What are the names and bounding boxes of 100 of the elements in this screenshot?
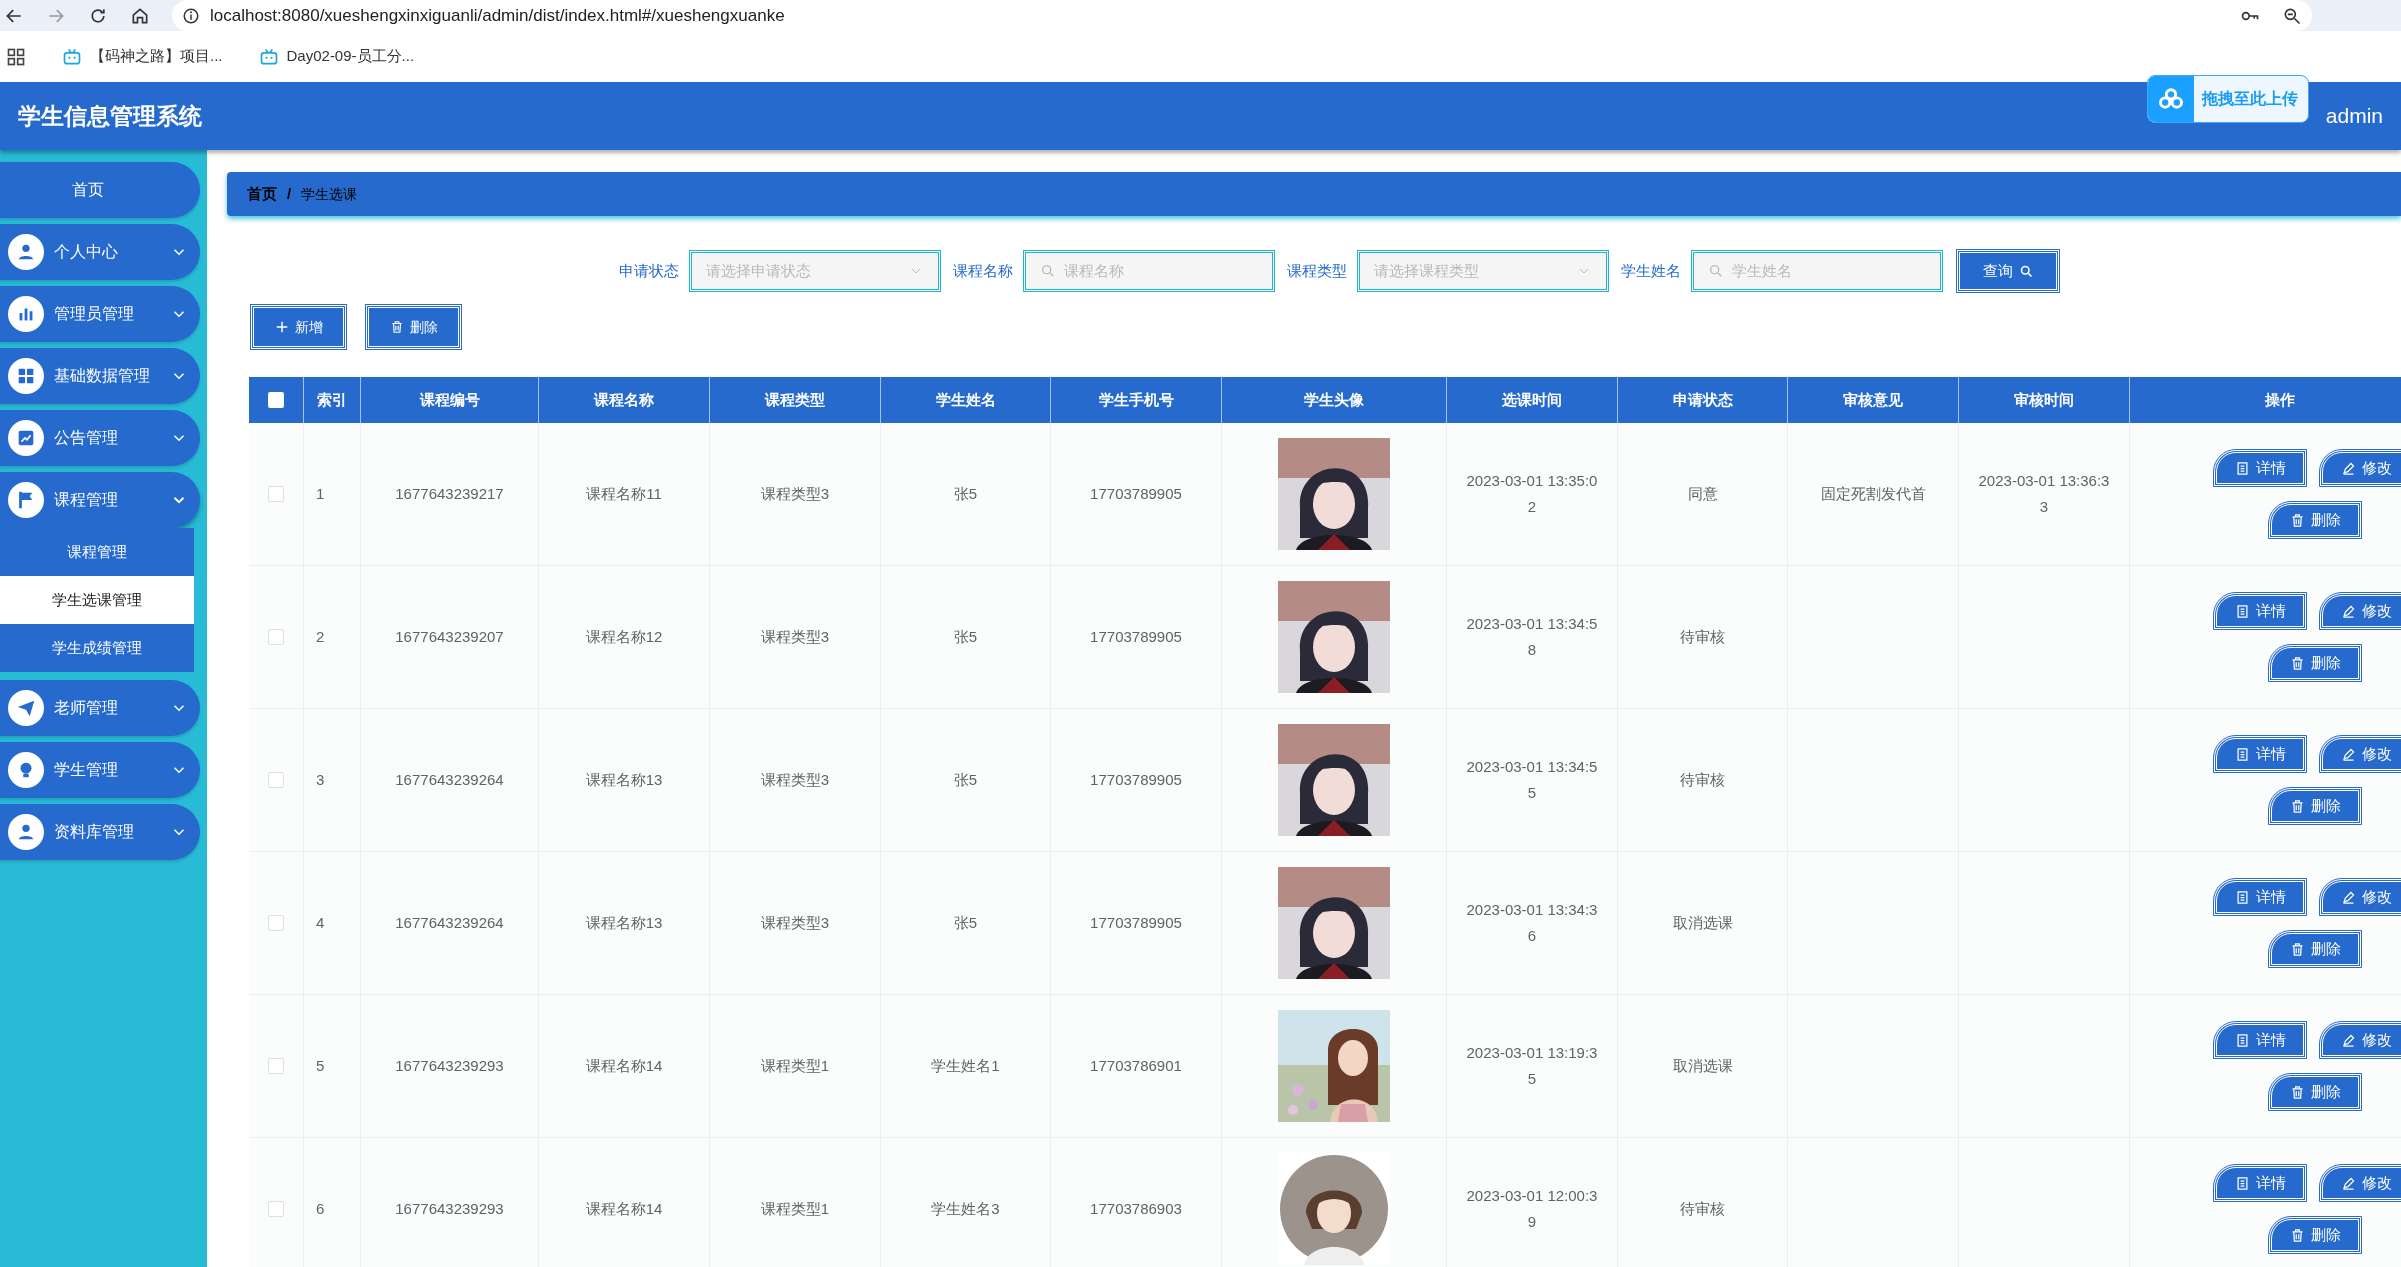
trash-icon bbox=[389, 320, 404, 334]
edit-button[interactable]: 修改 bbox=[2320, 593, 2401, 629]
url-text: localhost:8080/xueshengxinxiguanli/admin/dist/index.html#/xueshengxuanke bbox=[210, 4, 785, 27]
delete-button[interactable]: 删除 bbox=[2269, 788, 2361, 824]
table-cell-text: 1677643239217 bbox=[395, 483, 504, 504]
menu-item[interactable]: 公告管理 bbox=[0, 410, 200, 466]
bookmark[interactable]: 【码神之路】项目... bbox=[62, 45, 223, 68]
delete-button[interactable]: 删除 bbox=[2269, 1217, 2361, 1253]
table-cell-text: 2023-03-01 13:19:35 bbox=[1465, 1043, 1599, 1089]
column-header: 课程类型 bbox=[765, 389, 825, 410]
pencil-icon bbox=[2340, 746, 2356, 762]
query-button[interactable]: 查询 bbox=[1957, 250, 2059, 292]
pencil-icon bbox=[2340, 1175, 2356, 1191]
table-cell-text: 课程名称14 bbox=[585, 1198, 663, 1219]
search-icon bbox=[1040, 263, 1056, 279]
menu-item[interactable]: 管理员管理 bbox=[0, 286, 200, 342]
menu-item[interactable]: 老师管理 bbox=[0, 680, 200, 736]
pencil-icon bbox=[2340, 460, 2356, 476]
table-cell-text: 取消选课 bbox=[1672, 912, 1733, 933]
column-header: 学生头像 bbox=[1304, 389, 1364, 410]
row-checkbox[interactable] bbox=[268, 629, 284, 645]
table-cell-text: 3 bbox=[316, 769, 325, 790]
submenu-item[interactable]: 学生成绩管理 bbox=[0, 624, 194, 672]
document-icon bbox=[2234, 1032, 2250, 1048]
filter-label: 课程名称 bbox=[953, 260, 1013, 281]
table-cell-text: 2 bbox=[316, 626, 325, 647]
table-cell-text: 课程类型3 bbox=[760, 769, 830, 790]
tv-icon bbox=[62, 46, 82, 67]
table-cell-text: 17703789905 bbox=[1090, 626, 1182, 647]
menu-item[interactable]: 基础数据管理 bbox=[0, 348, 200, 404]
table-cell-text: 学生姓名1 bbox=[931, 1055, 1000, 1076]
menu-item[interactable]: 个人中心 bbox=[0, 224, 200, 280]
breadcrumb-item[interactable]: 学生选课 bbox=[301, 183, 358, 205]
edit-button[interactable]: 修改 bbox=[2320, 879, 2401, 915]
table-cell-text: 2023-03-01 13:36:33 bbox=[1977, 471, 2111, 517]
edit-button[interactable]: 修改 bbox=[2320, 1022, 2401, 1058]
menu-item[interactable]: 首页 bbox=[0, 162, 200, 218]
row-checkbox[interactable] bbox=[268, 1058, 284, 1074]
bookmark[interactable]: Day02-09-员工分... bbox=[258, 45, 415, 68]
search-icon bbox=[2018, 263, 2034, 279]
tv-icon bbox=[258, 46, 279, 67]
table-cell-text: 1677643239207 bbox=[395, 626, 504, 647]
table-cell-text: 课程类型1 bbox=[760, 1055, 830, 1076]
table-cell-text: 课程类型1 bbox=[760, 1198, 830, 1219]
column-header: 选课时间 bbox=[1502, 389, 1562, 410]
table-cell-text: 5 bbox=[316, 1055, 325, 1076]
info-icon bbox=[182, 6, 200, 25]
submenu-item[interactable]: 课程管理 bbox=[0, 528, 194, 576]
detail-button[interactable]: 详情 bbox=[2214, 593, 2306, 629]
pencil-icon bbox=[2340, 1032, 2356, 1048]
row-checkbox[interactable] bbox=[268, 772, 284, 788]
column-header: 学生手机号 bbox=[1098, 389, 1174, 410]
app-title: 学生信息管理系统 bbox=[18, 101, 202, 131]
delete-button[interactable]: 删除 bbox=[2269, 645, 2361, 681]
detail-button[interactable]: 详情 bbox=[2214, 736, 2306, 772]
apps-icon[interactable] bbox=[6, 46, 26, 67]
table-cell-text: 张5 bbox=[953, 769, 978, 790]
submenu-item[interactable]: 学生选课管理 bbox=[0, 576, 194, 624]
detail-button[interactable]: 详情 bbox=[2214, 879, 2306, 915]
column-header: 申请状态 bbox=[1672, 389, 1733, 410]
edit-button[interactable]: 修改 bbox=[2320, 736, 2401, 772]
document-icon bbox=[2234, 1175, 2250, 1191]
table-cell-text: 张5 bbox=[953, 483, 978, 504]
row-checkbox[interactable] bbox=[268, 486, 284, 502]
document-icon bbox=[2234, 889, 2250, 905]
detail-button[interactable]: 详情 bbox=[2214, 1022, 2306, 1058]
filter-label: 学生姓名 bbox=[1621, 260, 1681, 281]
column-header: 审核意见 bbox=[1843, 389, 1903, 410]
document-icon bbox=[2234, 746, 2250, 762]
detail-button[interactable]: 详情 bbox=[2214, 1165, 2306, 1201]
table-cell-text: 学生姓名3 bbox=[931, 1198, 1000, 1219]
table-cell-text: 2023-03-01 13:35:02 bbox=[1465, 471, 1599, 517]
menu-item[interactable]: 学生管理 bbox=[0, 742, 200, 798]
row-checkbox[interactable] bbox=[268, 915, 284, 931]
delete-button[interactable]: 删除 bbox=[2269, 502, 2361, 538]
table-cell-text: 课程名称12 bbox=[585, 626, 663, 647]
address-bar[interactable]: localhost:8080/xueshengxinxiguanli/admin/dist/index.html#/xueshengxuanke bbox=[172, 0, 2312, 31]
filter-label: 课程类型 bbox=[1287, 260, 1347, 281]
breadcrumb-item[interactable]: 首页 bbox=[247, 182, 277, 206]
upload-overlay[interactable]: 拖拽至此上传 bbox=[2147, 75, 2309, 123]
delete-button[interactable]: 删除 bbox=[2269, 931, 2361, 967]
edit-button[interactable]: 修改 bbox=[2320, 450, 2401, 486]
table-cell-text: 17703786901 bbox=[1090, 1055, 1182, 1076]
delete-button[interactable]: 删除 bbox=[366, 305, 461, 349]
table-cell-text: 课程名称11 bbox=[586, 483, 662, 504]
menu-item[interactable]: 课程管理 bbox=[0, 472, 200, 528]
row-checkbox[interactable] bbox=[268, 1201, 284, 1217]
table-cell-text: 2023-03-01 13:34:55 bbox=[1465, 757, 1599, 803]
user-name: admin bbox=[2325, 103, 2383, 130]
table-cell-text: 张5 bbox=[953, 912, 978, 933]
add-button[interactable]: 新增 bbox=[251, 305, 346, 349]
detail-button[interactable]: 详情 bbox=[2214, 450, 2306, 486]
table-cell-text: 课程名称14 bbox=[585, 1055, 663, 1076]
delete-button[interactable]: 删除 bbox=[2269, 1074, 2361, 1110]
table-cell-text: 课程名称13 bbox=[585, 912, 663, 933]
select-all-checkbox[interactable] bbox=[268, 392, 284, 408]
edit-button[interactable]: 修改 bbox=[2320, 1165, 2401, 1201]
table-cell-text: 待审核 bbox=[1680, 1198, 1725, 1219]
column-header: 课程编号 bbox=[419, 389, 480, 410]
menu-item[interactable]: 资料库管理 bbox=[0, 804, 200, 860]
